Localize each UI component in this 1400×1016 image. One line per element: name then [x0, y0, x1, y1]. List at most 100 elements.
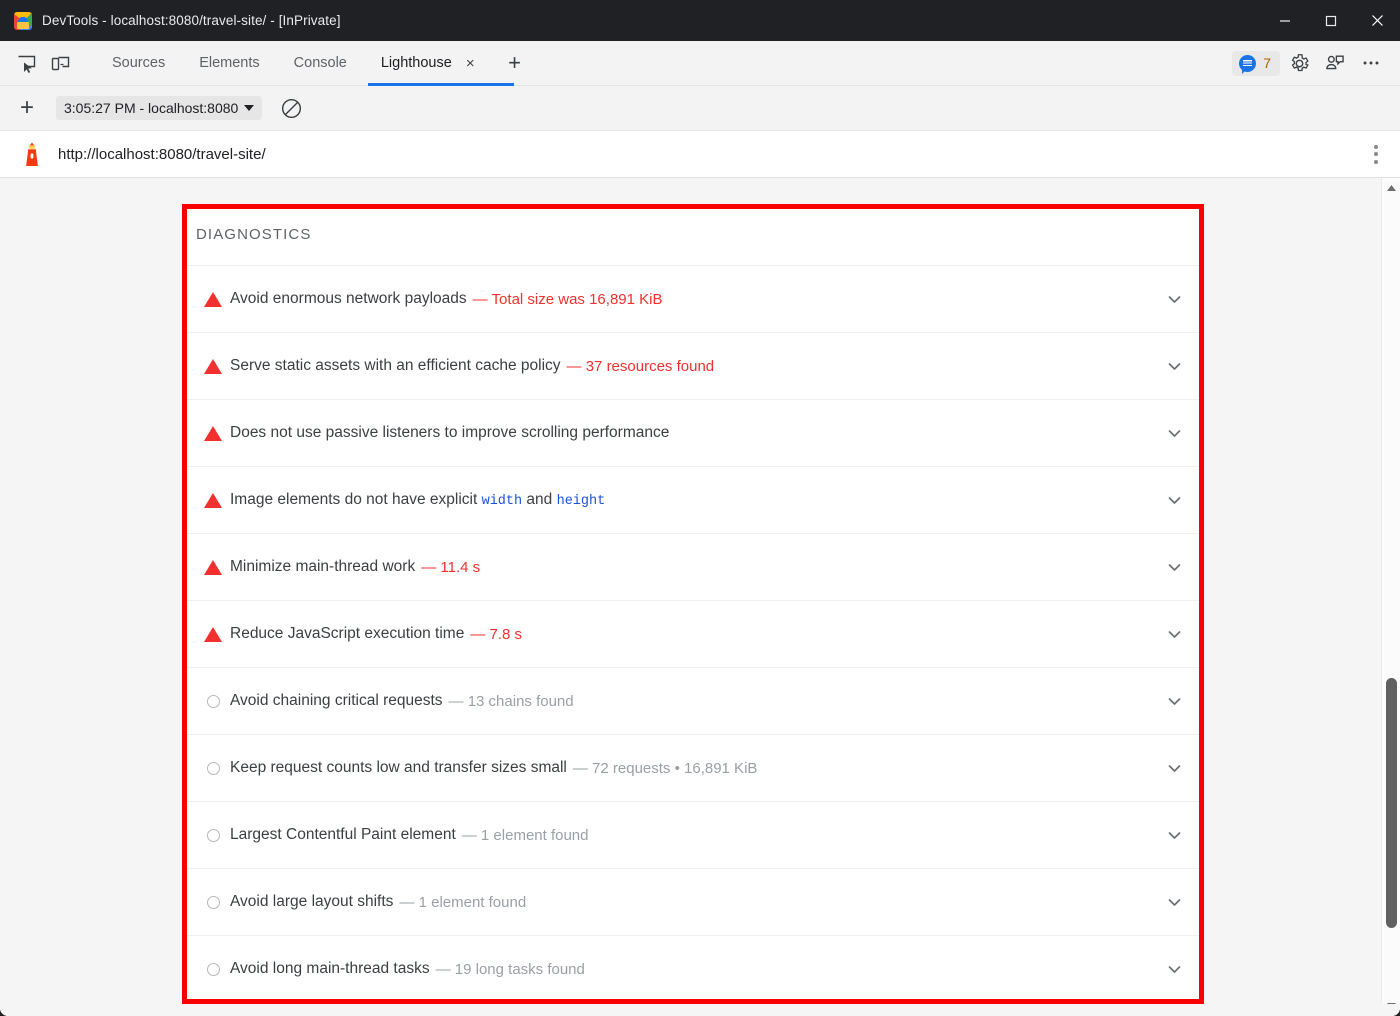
- diagnostics-card: DIAGNOSTICS Avoid enormous network paylo…: [182, 204, 1202, 1002]
- warning-triangle-glyph: [204, 493, 222, 508]
- message-bubble-icon: [1239, 55, 1256, 72]
- audit-subtitle: — 19 long tasks found: [436, 961, 585, 978]
- circle-info-glyph: [207, 963, 220, 976]
- chevron-down-icon: [244, 105, 254, 111]
- report-selector[interactable]: 3:05:27 PM - localhost:8080: [56, 96, 262, 120]
- scroll-up-arrow-icon[interactable]: [1382, 179, 1400, 197]
- audit-title: Largest Contentful Paint element: [230, 826, 456, 844]
- chevron-down-icon[interactable]: [1160, 291, 1188, 308]
- tab-lighthouse-label: Lighthouse: [381, 55, 452, 71]
- chevron-down-icon[interactable]: [1160, 358, 1188, 375]
- window-bottom-edge: [0, 1004, 1400, 1016]
- audit-row[interactable]: Image elements do not have explicit widt…: [182, 466, 1202, 533]
- chevron-down-icon[interactable]: [1160, 693, 1188, 710]
- report-viewport: DIAGNOSTICS Avoid enormous network paylo…: [0, 178, 1400, 1016]
- warning-triangle-icon: [196, 292, 230, 307]
- minimize-button[interactable]: [1262, 0, 1308, 41]
- vertical-scrollbar[interactable]: [1381, 178, 1400, 1016]
- chevron-down-icon[interactable]: [1160, 827, 1188, 844]
- maximize-button[interactable]: [1308, 0, 1354, 41]
- audit-title: Image elements do not have explicit widt…: [230, 491, 605, 509]
- audit-title-code: width: [482, 494, 523, 509]
- audit-row[interactable]: Keep request counts low and transfer siz…: [182, 734, 1202, 801]
- edge-devtools-icon: [14, 12, 32, 30]
- audit-subtitle: — 11.4 s: [421, 559, 480, 576]
- tab-sources[interactable]: Sources: [95, 41, 182, 86]
- audit-row[interactable]: Minimize main-thread work — 11.4 s: [182, 533, 1202, 600]
- warning-triangle-icon: [196, 627, 230, 642]
- chevron-down-icon[interactable]: [1160, 760, 1188, 777]
- warning-triangle-glyph: [204, 560, 222, 575]
- close-button[interactable]: [1354, 0, 1400, 41]
- warning-triangle-icon: [196, 359, 230, 374]
- audit-row[interactable]: Largest Contentful Paint element— 1 elem…: [182, 801, 1202, 868]
- lighthouse-icon: [20, 141, 44, 167]
- chevron-down-icon[interactable]: [1160, 492, 1188, 509]
- audit-subtitle: — 72 requests • 16,891 KiB: [573, 760, 758, 777]
- audit-title-text: and: [522, 491, 556, 508]
- warning-triangle-glyph: [204, 292, 222, 307]
- audit-list: Avoid enormous network payloads — Total s…: [182, 265, 1202, 1002]
- tab-close-icon[interactable]: ×: [466, 56, 475, 71]
- circle-info-glyph: [207, 829, 220, 842]
- chevron-down-icon[interactable]: [1160, 425, 1188, 442]
- audit-title: Avoid chaining critical requests: [230, 692, 443, 710]
- audit-title: Avoid large layout shifts: [230, 893, 393, 911]
- diagnostics-heading: DIAGNOSTICS: [182, 204, 1202, 265]
- tab-elements-label: Elements: [199, 55, 259, 71]
- issues-badge[interactable]: 7: [1232, 51, 1280, 76]
- audit-row[interactable]: Avoid long main-thread tasks— 19 long ta…: [182, 935, 1202, 1002]
- audit-subtitle: — Total size was 16,891 KiB: [473, 291, 663, 308]
- audit-title-text: Image elements do not have explicit: [230, 491, 482, 508]
- chevron-down-icon[interactable]: [1160, 559, 1188, 576]
- scrollbar-thumb[interactable]: [1386, 678, 1397, 928]
- device-toolbar-icon[interactable]: [43, 48, 77, 78]
- audit-subtitle: — 37 resources found: [567, 358, 715, 375]
- circle-info-icon: [196, 829, 230, 842]
- title-bar: DevTools - localhost:8080/travel-site/ -…: [0, 0, 1400, 41]
- warning-triangle-icon: [196, 560, 230, 575]
- clear-no-entry-icon[interactable]: [280, 97, 303, 120]
- audit-row[interactable]: Serve static assets with an efficient ca…: [182, 332, 1202, 399]
- audit-row[interactable]: Reduce JavaScript execution time — 7.8 s: [182, 600, 1202, 667]
- chevron-down-icon[interactable]: [1160, 961, 1188, 978]
- report-url: http://localhost:8080/travel-site/: [58, 146, 266, 163]
- devtools-window: DevTools - localhost:8080/travel-site/ -…: [0, 0, 1400, 1016]
- audit-title-code: height: [557, 494, 606, 509]
- audit-row[interactable]: Avoid chaining critical requests — 13 cha…: [182, 667, 1202, 734]
- audit-subtitle: — 13 chains found: [449, 693, 574, 710]
- chevron-down-icon[interactable]: [1160, 626, 1188, 643]
- window-title: DevTools - localhost:8080/travel-site/ -…: [42, 13, 341, 28]
- feedback-person-icon[interactable]: [1318, 48, 1352, 78]
- audit-title: Reduce JavaScript execution time: [230, 625, 464, 643]
- more-vertical-icon[interactable]: [1374, 145, 1378, 164]
- audit-title: Avoid enormous network payloads: [230, 290, 467, 308]
- chevron-down-icon[interactable]: [1160, 894, 1188, 911]
- lighthouse-run-bar: + 3:05:27 PM - localhost:8080: [0, 86, 1400, 131]
- window-controls: [1262, 0, 1400, 41]
- circle-info-icon: [196, 896, 230, 909]
- audit-row[interactable]: Does not use passive listeners to improv…: [182, 399, 1202, 466]
- audit-row[interactable]: Avoid enormous network payloads — Total s…: [182, 265, 1202, 332]
- audit-row[interactable]: Avoid large layout shifts— 1 element fou…: [182, 868, 1202, 935]
- panel-tabs: Sources Elements Console Lighthouse × +: [95, 41, 528, 86]
- inspect-element-icon[interactable]: [9, 48, 43, 78]
- gear-icon[interactable]: [1282, 48, 1316, 78]
- warning-triangle-glyph: [204, 359, 222, 374]
- report-scroll-area[interactable]: DIAGNOSTICS Avoid enormous network paylo…: [0, 178, 1381, 1016]
- tab-lighthouse[interactable]: Lighthouse ×: [364, 41, 492, 86]
- audit-title: Minimize main-thread work: [230, 558, 415, 576]
- circle-info-icon: [196, 695, 230, 708]
- tab-elements[interactable]: Elements: [182, 41, 276, 86]
- devtools-tab-strip: Sources Elements Console Lighthouse × + …: [0, 41, 1400, 86]
- tab-console[interactable]: Console: [277, 41, 364, 86]
- audit-title: Serve static assets with an efficient ca…: [230, 357, 561, 375]
- audit-subtitle: — 7.8 s: [470, 626, 522, 643]
- warning-triangle-glyph: [204, 426, 222, 441]
- add-panel-button[interactable]: +: [502, 50, 528, 76]
- more-horizontal-icon[interactable]: [1354, 48, 1388, 78]
- warning-triangle-icon: [196, 493, 230, 508]
- report-selector-label: 3:05:27 PM - localhost:8080: [64, 100, 238, 116]
- new-report-button[interactable]: +: [14, 95, 40, 121]
- warning-triangle-glyph: [204, 627, 222, 642]
